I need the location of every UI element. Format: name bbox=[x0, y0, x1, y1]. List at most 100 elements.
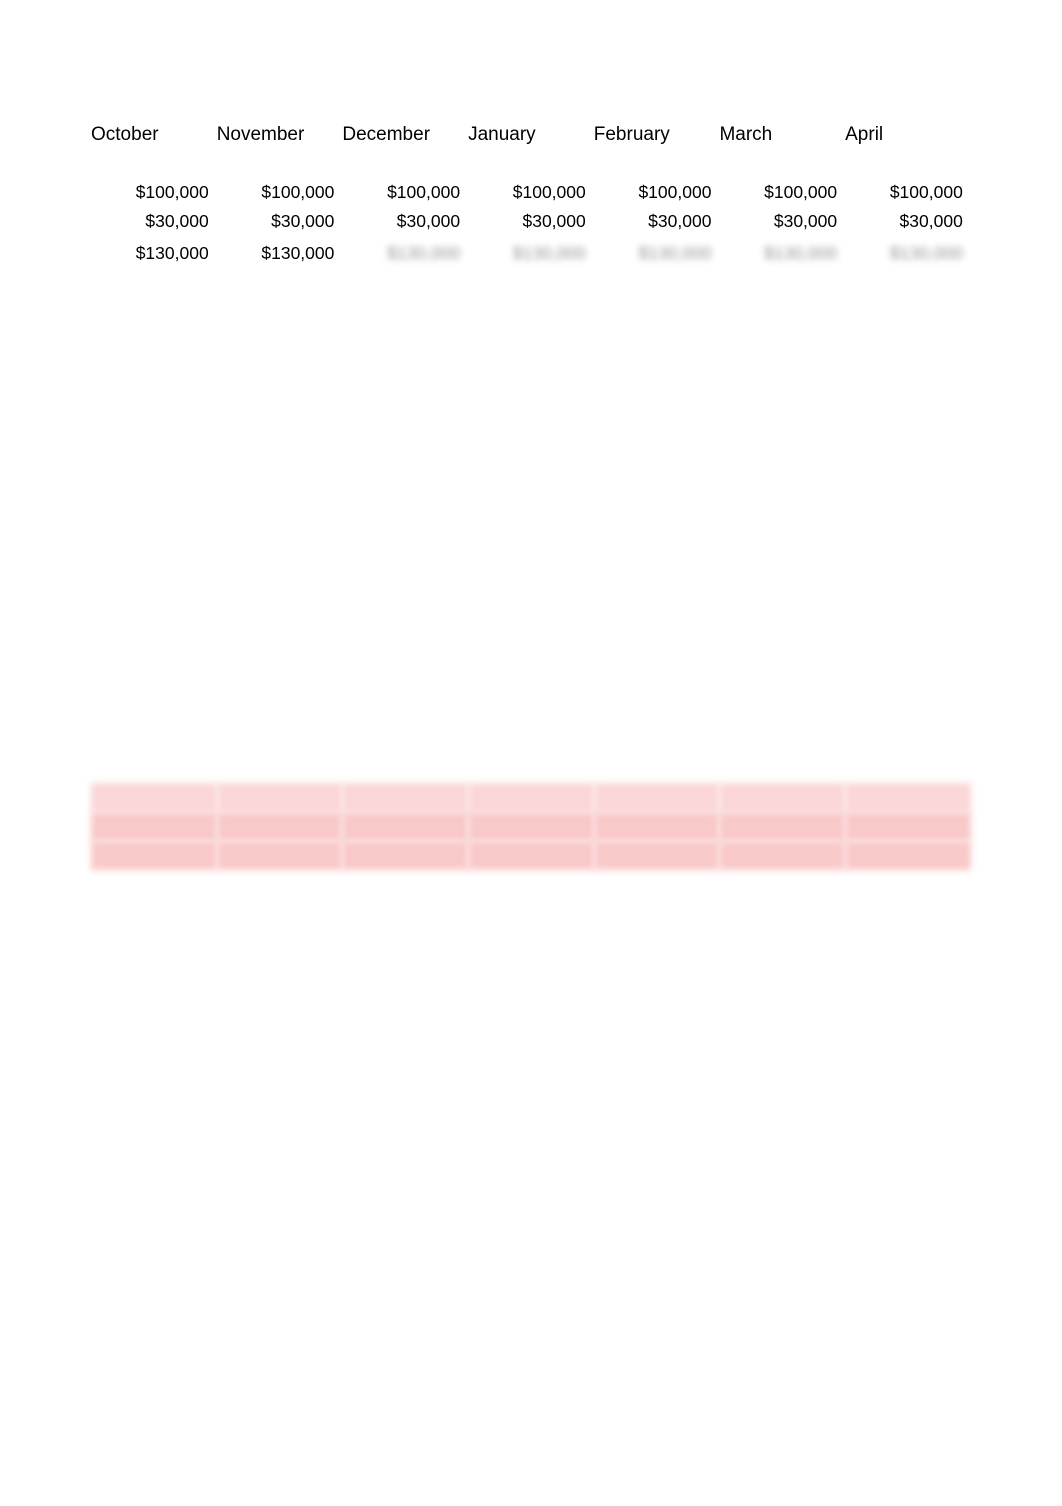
cell-value bbox=[594, 526, 720, 554]
cell-value bbox=[91, 752, 217, 780]
cell-value bbox=[719, 497, 845, 525]
cell-value bbox=[217, 497, 343, 525]
cell-value bbox=[719, 752, 845, 780]
column-header-april: April bbox=[845, 124, 884, 145]
cell-value bbox=[468, 783, 594, 812]
cell-value bbox=[468, 841, 594, 870]
cell-value bbox=[342, 752, 468, 780]
cell-value bbox=[845, 526, 971, 554]
cell-value: $130,000 bbox=[889, 243, 963, 263]
cell-value bbox=[342, 381, 468, 409]
cell-value bbox=[217, 640, 343, 668]
cell-value bbox=[468, 352, 594, 380]
cell-value bbox=[342, 439, 468, 467]
table-row bbox=[91, 640, 971, 668]
cell-value bbox=[216, 783, 343, 812]
cell-value bbox=[217, 439, 343, 467]
cell-value bbox=[719, 352, 845, 380]
cell-value bbox=[342, 497, 468, 525]
cell-value bbox=[216, 841, 343, 870]
cell-empty bbox=[217, 555, 343, 583]
table-row bbox=[91, 497, 971, 525]
cell-value bbox=[845, 410, 971, 438]
cell-value bbox=[468, 439, 594, 467]
cell-value bbox=[594, 352, 720, 380]
cell-value bbox=[719, 783, 846, 812]
cell-empty bbox=[719, 583, 845, 611]
cell-value: $130,000 bbox=[261, 243, 335, 263]
cell-value bbox=[468, 611, 594, 639]
cell-value bbox=[91, 841, 217, 870]
cell-value bbox=[342, 410, 468, 438]
cell-value: $130,000 bbox=[638, 243, 712, 263]
cell-value bbox=[594, 381, 720, 409]
cell-value: $100,000 bbox=[889, 182, 963, 202]
cell-value bbox=[217, 611, 343, 639]
cell-value bbox=[217, 410, 343, 438]
table-row bbox=[91, 352, 971, 380]
cell-value bbox=[719, 410, 845, 438]
cell-empty bbox=[342, 583, 468, 611]
table-row bbox=[91, 583, 971, 611]
cell-empty bbox=[91, 583, 217, 611]
cell-value bbox=[342, 783, 469, 812]
cell-value bbox=[216, 812, 343, 841]
cell-value bbox=[845, 783, 971, 812]
cell-value: $30,000 bbox=[396, 211, 461, 231]
cell-value bbox=[719, 640, 845, 668]
cell-empty bbox=[217, 583, 343, 611]
cell-empty bbox=[719, 555, 845, 583]
cell-value bbox=[342, 841, 469, 870]
cell-value bbox=[91, 410, 217, 438]
cell-value bbox=[342, 526, 468, 554]
cell-value bbox=[845, 812, 971, 841]
table-row: $30,000 $30,000 $30,000 $30,000 $30,000 … bbox=[91, 207, 971, 235]
cell-value bbox=[468, 752, 594, 780]
cell-value bbox=[468, 381, 594, 409]
cell-value bbox=[217, 752, 343, 780]
cell-value bbox=[91, 526, 217, 554]
cell-value bbox=[845, 752, 971, 780]
cell-value: $130,000 bbox=[387, 243, 461, 263]
cell-value bbox=[594, 583, 720, 611]
cell-empty bbox=[594, 555, 720, 583]
cell-value: $100,000 bbox=[135, 182, 209, 202]
cell-value bbox=[468, 468, 594, 496]
cell-value: $100,000 bbox=[512, 182, 586, 202]
table-row bbox=[91, 611, 971, 639]
cell-value bbox=[468, 497, 594, 525]
cell-value bbox=[91, 611, 217, 639]
cell-value bbox=[594, 410, 720, 438]
cell-value bbox=[719, 526, 845, 554]
cell-value bbox=[593, 812, 720, 841]
cell-value bbox=[845, 611, 971, 639]
cell-value bbox=[594, 640, 720, 668]
column-header-february: February bbox=[593, 124, 670, 145]
cell-value bbox=[594, 468, 720, 496]
cell-value: $100,000 bbox=[764, 182, 838, 202]
cell-value bbox=[342, 468, 468, 496]
cell-value: $100,000 bbox=[261, 182, 335, 202]
column-header-january: January bbox=[468, 124, 536, 145]
column-header-march: March bbox=[719, 124, 773, 145]
cell-value: $100,000 bbox=[638, 182, 712, 202]
cell-value bbox=[845, 352, 971, 380]
cell-value bbox=[468, 526, 594, 554]
highlighted-total-block bbox=[91, 783, 971, 875]
table-row bbox=[91, 381, 971, 409]
month-header-row: October November December January Februa… bbox=[91, 120, 981, 150]
cell-value bbox=[91, 497, 217, 525]
cell-value: $130,000 bbox=[764, 243, 838, 263]
cell-empty bbox=[468, 583, 594, 611]
table-row bbox=[91, 555, 971, 583]
cell-value bbox=[845, 468, 971, 496]
cell-value bbox=[594, 439, 720, 467]
table-row bbox=[91, 439, 971, 467]
cell-value bbox=[845, 439, 971, 467]
table-row bbox=[91, 812, 971, 841]
cell-value bbox=[217, 352, 343, 380]
cell-value bbox=[594, 752, 720, 780]
cell-value bbox=[593, 841, 720, 870]
cell-value bbox=[719, 812, 846, 841]
cell-value: $30,000 bbox=[648, 211, 712, 231]
